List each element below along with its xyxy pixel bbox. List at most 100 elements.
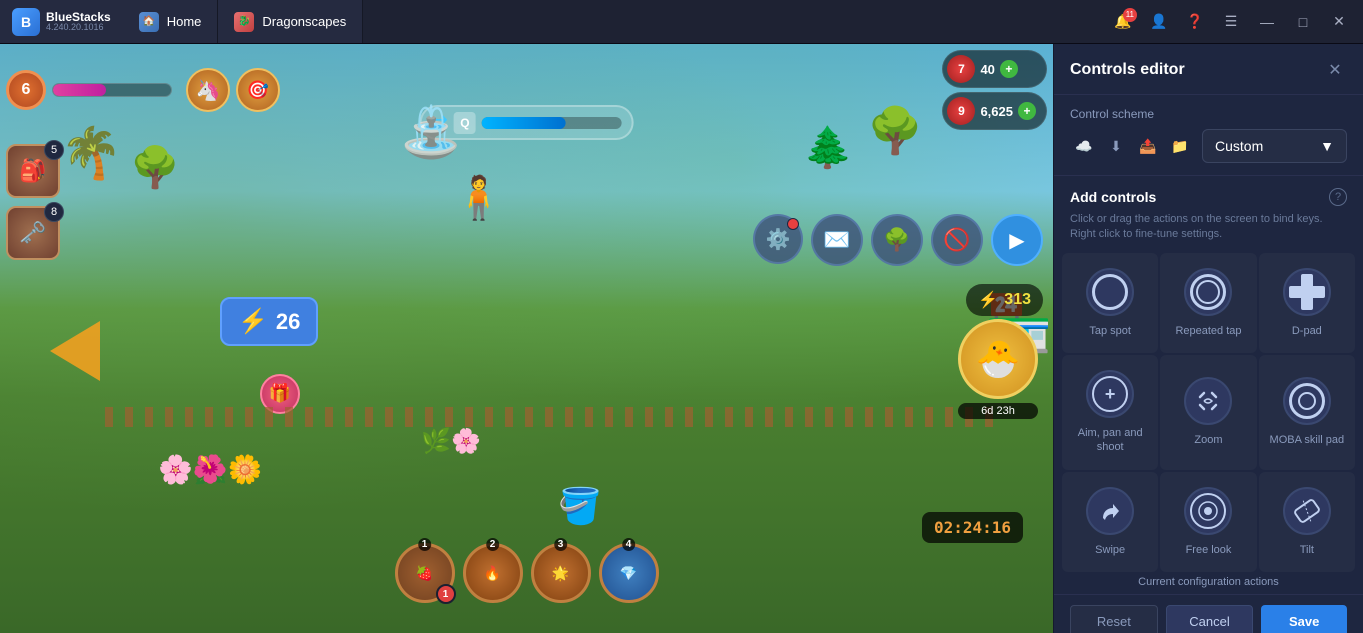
- control-moba[interactable]: MOBA skill pad: [1259, 355, 1355, 470]
- controls-panel: Controls editor ✕ Control scheme ☁️ ⬇ 📤 …: [1053, 44, 1363, 633]
- add-controls-help[interactable]: ?: [1329, 188, 1347, 206]
- skill-2-number: 2: [486, 538, 500, 551]
- game-area[interactable]: 6 🦄 🎯 ⇄ Q: [0, 44, 1053, 633]
- skill-3-number: 3: [554, 538, 568, 551]
- control-repeated-tap[interactable]: Repeated tap: [1160, 253, 1256, 353]
- dragon-pet[interactable]: 🐣 6d 23h: [958, 319, 1038, 419]
- swipe-label: Swipe: [1095, 543, 1125, 557]
- scheme-toolbar-icons: ☁️ ⬇ 📤 📁: [1070, 132, 1194, 160]
- moba-visual: [1289, 383, 1325, 419]
- moba-icon: [1283, 377, 1331, 425]
- home-tab-label: Home: [167, 14, 202, 29]
- save-button[interactable]: Save: [1261, 605, 1347, 633]
- scheme-share-button[interactable]: 📤: [1134, 132, 1162, 160]
- fence: [105, 407, 1000, 427]
- repeated-tap-icon: [1184, 268, 1232, 316]
- tree-2: 🌳: [130, 144, 180, 191]
- currency-1-add[interactable]: +: [1000, 60, 1018, 78]
- plant-area-2: 🌿🌸: [421, 427, 481, 456]
- repeated-tap-visual: [1190, 274, 1226, 310]
- maximize-button[interactable]: □: [1287, 6, 1319, 38]
- account-button[interactable]: 👤: [1143, 6, 1175, 38]
- currency-2-icon: 9: [947, 97, 975, 125]
- repeated-tap-label: Repeated tap: [1175, 324, 1241, 338]
- currency-1-label: 7: [958, 62, 965, 76]
- skill-2[interactable]: 🔥 2: [463, 543, 523, 603]
- inventory-button[interactable]: 🎒 5: [6, 144, 60, 198]
- title-bar-left: B BlueStacks 4.240.20.1016 🏠 Home 🐉 Drag…: [0, 0, 363, 43]
- skill-3[interactable]: 🌟 3: [531, 543, 591, 603]
- help-button[interactable]: ❓: [1179, 6, 1211, 38]
- reward-icon[interactable]: 🎯: [236, 68, 280, 112]
- control-tap-spot[interactable]: Tap spot: [1062, 253, 1158, 353]
- bluestacks-version: 4.240.20.1016: [46, 23, 111, 32]
- control-zoom[interactable]: Zoom: [1160, 355, 1256, 470]
- tab-home[interactable]: 🏠 Home: [123, 0, 219, 43]
- swipe-visual: [1092, 493, 1128, 529]
- lightning-chest[interactable]: ⚡ 26: [220, 297, 318, 346]
- close-button[interactable]: ✕: [1323, 6, 1355, 38]
- title-bar: B BlueStacks 4.240.20.1016 🏠 Home 🐉 Drag…: [0, 0, 1363, 44]
- currency-2-add[interactable]: +: [1018, 102, 1036, 120]
- game-tab-icon: 🐉: [234, 12, 254, 32]
- scheme-folder-button[interactable]: 📁: [1166, 132, 1194, 160]
- currency-2-value: 6,625: [980, 104, 1013, 119]
- notification-button[interactable]: 🔔 11: [1107, 6, 1139, 38]
- arrow-indicator: [50, 321, 100, 381]
- chevron-down-icon: ▼: [1320, 138, 1334, 154]
- notification-badge: 11: [1123, 8, 1137, 22]
- free-look-icon: [1184, 487, 1232, 535]
- skill-1-number: 1: [418, 538, 432, 551]
- dpad-icon: [1283, 268, 1331, 316]
- currency-2: 9 6,625 +: [942, 92, 1047, 130]
- panel-header: Controls editor ✕: [1054, 44, 1363, 95]
- control-swipe[interactable]: Swipe: [1062, 472, 1158, 572]
- no-entry-button[interactable]: 🚫: [931, 214, 983, 266]
- reset-button[interactable]: Reset: [1070, 605, 1158, 633]
- tilt-visual: [1284, 488, 1330, 534]
- control-free-look[interactable]: Free look: [1160, 472, 1256, 572]
- bluestacks-logo[interactable]: B BlueStacks 4.240.20.1016: [0, 0, 123, 43]
- freelook-visual: [1190, 493, 1226, 529]
- settings-button[interactable]: ⚙️: [753, 214, 803, 264]
- skill-1[interactable]: 🍓 1 1: [395, 543, 455, 603]
- tab-dragonscapes[interactable]: 🐉 Dragonscapes: [218, 0, 363, 43]
- panel-title: Controls editor: [1070, 61, 1185, 79]
- minimize-button[interactable]: —: [1251, 6, 1283, 38]
- booster-bar: [482, 117, 622, 129]
- quest-icon[interactable]: 🦄: [186, 68, 230, 112]
- controls-grid: Tap spot Repeated tap D-pad: [1054, 253, 1363, 572]
- exp-bar: [52, 83, 172, 97]
- mail-button[interactable]: ✉️: [811, 214, 863, 266]
- fountain: ⛲: [400, 103, 462, 162]
- play-button[interactable]: ▶: [991, 214, 1043, 266]
- panel-footer: Reset Cancel Save: [1054, 594, 1363, 633]
- tree-4: 🌲: [803, 124, 853, 171]
- menu-button[interactable]: ☰: [1215, 6, 1247, 38]
- main-content: 6 🦄 🎯 ⇄ Q: [0, 44, 1363, 633]
- pet-timer: 6d 23h: [958, 403, 1038, 419]
- panel-close-button[interactable]: ✕: [1323, 58, 1347, 82]
- bluestacks-text: BlueStacks 4.240.20.1016: [46, 11, 111, 32]
- scheme-download-button[interactable]: ⬇: [1102, 132, 1130, 160]
- title-bar-right: 🔔 11 👤 ❓ ☰ — □ ✕: [1107, 6, 1363, 38]
- scheme-upload-button[interactable]: ☁️: [1070, 132, 1098, 160]
- bluestacks-logo-icon: B: [12, 8, 40, 36]
- lightning-amount: 313: [1004, 291, 1031, 309]
- control-tilt[interactable]: Tilt: [1259, 472, 1355, 572]
- control-scheme-label: Control scheme: [1070, 107, 1347, 121]
- skill-4[interactable]: 💎 4: [599, 543, 659, 603]
- skill-1-badge: 1: [436, 584, 456, 604]
- tree-3: 🌳: [867, 104, 923, 157]
- key-button[interactable]: 🗝️ 8: [6, 206, 60, 260]
- footer-buttons: Reset Cancel Save: [1070, 605, 1347, 633]
- tree-button[interactable]: 🌳: [871, 214, 923, 266]
- control-dpad[interactable]: D-pad: [1259, 253, 1355, 353]
- scheme-dropdown-value: Custom: [1215, 138, 1263, 154]
- control-aim-pan-shoot[interactable]: Aim, pan and shoot: [1062, 355, 1158, 470]
- free-look-label: Free look: [1186, 543, 1232, 557]
- cancel-button[interactable]: Cancel: [1166, 605, 1254, 633]
- add-controls-title: Add controls: [1070, 189, 1156, 205]
- exp-bar-fill: [53, 84, 106, 96]
- scheme-dropdown[interactable]: Custom ▼: [1202, 129, 1347, 163]
